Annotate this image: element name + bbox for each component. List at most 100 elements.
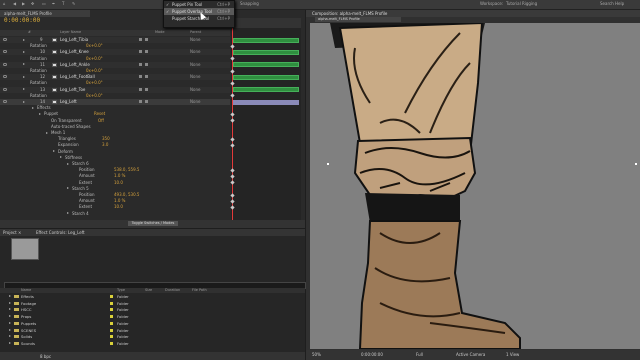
fx-switch-icon[interactable] — [145, 50, 148, 54]
timeline-property-row[interactable]: Rotation 0x+0.0° — [0, 56, 230, 62]
label-color-tag[interactable] — [110, 295, 113, 298]
label-color-tag[interactable] — [110, 341, 113, 345]
property-value[interactable]: 10.0 — [114, 180, 123, 186]
expand-arrow-icon[interactable] — [67, 187, 69, 190]
timeline-layer-row[interactable]: 12 Leg_Left_FootBall None — [0, 74, 230, 81]
layer-duration-bar[interactable] — [233, 99, 299, 105]
timeline-property-row[interactable]: Starch 5 — [0, 186, 230, 192]
move-tool-icon[interactable]: ✥ — [31, 1, 34, 6]
visibility-eye-icon[interactable] — [3, 100, 7, 103]
layer-name[interactable]: Leg_Left — [60, 99, 77, 105]
brush-tool-icon[interactable]: ✎ — [72, 1, 75, 6]
property-value[interactable]: 1.0 % — [114, 198, 125, 204]
col-name[interactable]: Name — [21, 288, 31, 292]
composition-viewer[interactable] — [310, 23, 640, 349]
expand-arrow-icon[interactable] — [23, 88, 25, 91]
expand-arrow-icon[interactable] — [67, 162, 69, 165]
label-color-tag[interactable] — [110, 328, 113, 332]
layer-duration-bar[interactable] — [233, 62, 299, 68]
tab-project[interactable]: Project × — [3, 230, 21, 235]
views-select[interactable]: 1 View — [506, 352, 519, 357]
timeline-layer-row[interactable]: 9 Leg_Left_Tibia None — [0, 37, 230, 43]
current-time-display[interactable]: 0:00:00:00 — [361, 352, 383, 357]
timecode-display[interactable]: 0:00:00:00 — [4, 17, 40, 24]
layer-name[interactable]: Leg_Left_Knee — [60, 49, 89, 55]
visibility-eye-icon[interactable] — [3, 62, 7, 66]
home-tool-icon[interactable]: ⌂ — [3, 1, 6, 6]
expand-arrow-icon[interactable] — [9, 308, 11, 311]
expand-arrow-icon[interactable] — [46, 131, 48, 134]
timeline-layer-row[interactable]: 14 Leg_Left None — [0, 99, 230, 105]
fx-switch-icon[interactable] — [145, 75, 148, 79]
snapping-label[interactable]: Snapping — [240, 1, 259, 6]
expand-arrow-icon[interactable] — [67, 212, 69, 215]
toggle-switches-modes-button[interactable]: Toggle Switches / Modes — [128, 221, 178, 226]
tab-effect-controls[interactable]: Effect Controls: Leg_Left — [36, 230, 85, 235]
expand-arrow-icon[interactable] — [9, 315, 11, 318]
workspace-select[interactable]: Tutorial Rigging — [506, 1, 537, 6]
expand-arrow-icon[interactable] — [23, 63, 25, 66]
text-tool-icon[interactable]: T — [62, 1, 64, 6]
property-value[interactable]: 0x+0.0° — [86, 68, 103, 74]
timeline-layer-row[interactable]: 10 Leg_Left_Knee None — [0, 49, 230, 56]
timeline-property-row[interactable]: Rotation 0x+0.0° — [0, 68, 230, 74]
project-list-item[interactable]: HSCC Folder — [0, 307, 305, 313]
timeline-property-row[interactable]: Amount 1.0 % — [0, 173, 230, 179]
magnification-select[interactable]: 50% — [312, 352, 321, 357]
expand-arrow-icon[interactable] — [23, 38, 25, 41]
timeline-property-row[interactable]: Auto-traced Shapes — [0, 124, 230, 130]
layer-duration-bar[interactable] — [233, 49, 299, 55]
bit-depth-button[interactable]: 8 bpc — [40, 354, 51, 359]
property-value[interactable]: 3.0 — [102, 142, 108, 148]
search-help-input[interactable]: Search Help — [600, 1, 624, 6]
property-value[interactable]: 0x+0.0° — [86, 56, 103, 62]
pen-tool-icon[interactable]: ✒ — [52, 1, 55, 6]
timeline-property-row[interactable]: Position 493.0, 530.5 — [0, 192, 230, 198]
timeline-tab[interactable]: alpha-melt_FLMS Profile — [0, 10, 90, 17]
property-value[interactable]: 493.0, 530.5 — [114, 192, 139, 198]
timeline-layer-row[interactable]: 13 Leg_Left_Toe None — [0, 86, 230, 93]
timeline-property-row[interactable]: Extent 10.0 — [0, 180, 230, 186]
timeline-property-row[interactable]: Starch 4 — [0, 211, 230, 217]
expand-arrow-icon[interactable] — [9, 301, 11, 304]
layer-duration-bar[interactable] — [233, 74, 299, 80]
parent-select[interactable]: None — [190, 99, 200, 105]
project-list-item[interactable]: Props Folder — [0, 314, 305, 320]
shy-switch-icon[interactable] — [139, 50, 142, 54]
property-value[interactable]: 350 — [102, 136, 110, 142]
timeline-property-row[interactable]: On Transparent Off — [0, 118, 230, 124]
shy-switch-icon[interactable] — [139, 62, 142, 66]
project-list-item[interactable]: Puppets Folder — [0, 321, 305, 327]
fx-switch-icon[interactable] — [145, 87, 148, 91]
expand-arrow-icon[interactable] — [9, 295, 11, 297]
layer-name[interactable]: Leg_Left_Toe — [60, 87, 85, 93]
expand-arrow-icon[interactable] — [53, 150, 55, 153]
next-tool-icon[interactable]: ▶ — [22, 1, 25, 6]
prev-tool-icon[interactable]: ◀ — [13, 1, 16, 6]
fx-switch-icon[interactable] — [145, 62, 148, 66]
project-list-item[interactable]: Footage Folder — [0, 301, 305, 307]
timeline-property-row[interactable]: Effects — [0, 105, 230, 111]
parent-select[interactable]: None — [190, 37, 200, 43]
layer-duration-bar[interactable] — [233, 87, 299, 93]
visibility-eye-icon[interactable] — [3, 75, 7, 79]
visibility-eye-icon[interactable] — [3, 50, 7, 54]
timeline-property-row[interactable]: Rotation 0x+0.0° — [0, 43, 230, 49]
layer-name[interactable]: Leg_Left_Tibia — [60, 37, 88, 43]
label-color-tag[interactable] — [110, 335, 113, 339]
property-value[interactable]: 0x+0.0° — [86, 80, 103, 86]
expand-arrow-icon[interactable] — [60, 156, 62, 159]
property-value[interactable]: 0x+0.0° — [86, 93, 103, 99]
timeline-property-row[interactable]: Deform — [0, 149, 230, 155]
shy-switch-icon[interactable] — [139, 75, 142, 79]
composition-tab[interactable]: Composition: alpha-melt_FLMS Profile — [312, 11, 387, 16]
expand-arrow-icon[interactable] — [23, 50, 25, 53]
project-list-item[interactable]: Sounds Folder — [0, 341, 305, 347]
label-color-tag[interactable] — [110, 315, 113, 319]
timeline-property-row[interactable]: Rotation 0x+0.0° — [0, 93, 230, 99]
expand-arrow-icon[interactable] — [23, 75, 25, 78]
property-value[interactable]: 538.0, 559.5 — [114, 167, 139, 173]
label-color-tag[interactable] — [110, 308, 113, 312]
property-value[interactable]: Off — [98, 118, 104, 124]
label-color-tag[interactable] — [110, 301, 113, 305]
